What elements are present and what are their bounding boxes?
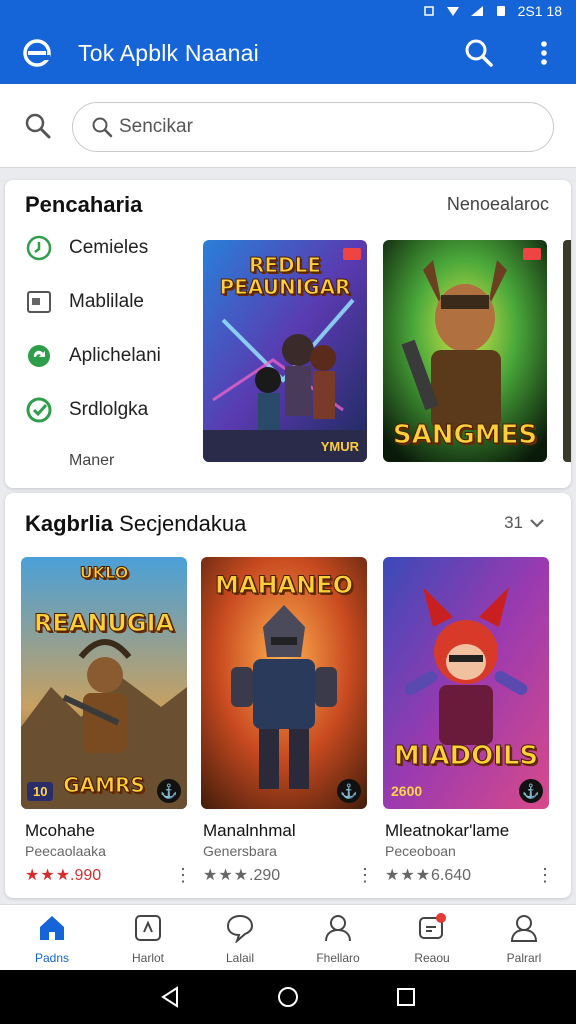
notification-icon xyxy=(419,913,446,939)
banner-caption: REDLE PEAUNIGAR xyxy=(219,253,351,299)
more-vert-icon[interactable]: ⋮ xyxy=(174,865,192,886)
more-vert-icon[interactable] xyxy=(530,36,558,70)
nav-label: Padns xyxy=(34,951,70,965)
game-rating: ★★★6.640 xyxy=(385,867,472,884)
more-vert-icon[interactable]: ⋮ xyxy=(536,865,554,886)
refresh-icon xyxy=(28,345,50,367)
menu-item-label: Aplichelani xyxy=(69,345,161,366)
search-field[interactable] xyxy=(72,102,554,152)
game-cover-2[interactable]: MAHANEO ⚓ xyxy=(201,557,367,809)
search-icon xyxy=(92,117,113,138)
nav-item-notifications[interactable]: Reaou xyxy=(392,913,472,969)
game-category: Peceoboan xyxy=(385,843,456,859)
ad-badge-icon xyxy=(523,248,541,260)
account-icon xyxy=(510,915,538,942)
game-cover-3[interactable]: MIADOILS 2600 ⚓ xyxy=(383,557,549,809)
nav-label: Harlot xyxy=(131,951,164,965)
status-bar: 2S1 18 xyxy=(0,0,576,22)
menu-item-label: Cemieles xyxy=(69,237,149,258)
status-time: 2S1 18 xyxy=(517,3,562,19)
game-category: Genersbara xyxy=(203,843,277,859)
game-rating: ★★★.290 xyxy=(203,867,281,884)
nav-item-home[interactable]: Padns xyxy=(12,913,92,969)
nav-label: Reaou xyxy=(414,951,450,965)
featured-section: Pencaharia Nenoealaroc Cemieles Mablilal… xyxy=(5,180,571,488)
install-icon[interactable]: ⚓ xyxy=(337,779,361,803)
install-icon[interactable]: ⚓ xyxy=(157,779,181,803)
menu-item-cemieles[interactable]: Cemieles xyxy=(25,232,148,264)
cover-title: MIADOILS xyxy=(393,741,539,772)
app-title: Tok Apblk Naanai xyxy=(78,40,259,66)
search-bar xyxy=(0,84,576,168)
cover-badge: 2600 xyxy=(391,783,423,799)
game-name[interactable]: Mcohahe xyxy=(25,821,95,841)
e-logo-icon[interactable] xyxy=(22,38,52,68)
search-icon[interactable] xyxy=(462,36,496,70)
bottom-navigation: Padns Harlot Lalail Fhellaro Reaou Palra… xyxy=(0,904,576,970)
banner-game-1[interactable]: REDLE PEAUNIGAR YMUR xyxy=(203,240,367,462)
game-name[interactable]: Manalnhmal xyxy=(203,821,296,841)
nav-label: Lalail xyxy=(225,951,255,965)
folder-icon xyxy=(27,291,51,313)
signal-icon xyxy=(470,6,483,16)
menu-item-mablilale[interactable]: Mablilale xyxy=(25,286,144,318)
menu-item-label: Mablilale xyxy=(69,291,144,312)
person-icon xyxy=(325,915,351,942)
chat-icon xyxy=(226,914,254,943)
recents-icon[interactable] xyxy=(394,985,418,1009)
battery-icon xyxy=(496,6,505,16)
cover-title: REANUGIA xyxy=(33,609,175,638)
banner-game-2[interactable]: SANGMES xyxy=(383,240,547,462)
chevron-down-icon xyxy=(530,519,544,528)
game-cover-1[interactable]: UKLO REANUGIA GAMRS 10 ⚓ xyxy=(21,557,187,809)
section-title: Kagbrlia Secjendakua xyxy=(25,511,247,536)
menu-item-srdlolgka[interactable]: Srdlolgka xyxy=(25,394,148,426)
system-navigation xyxy=(0,970,576,1024)
menu-item-label: Srdlolgka xyxy=(69,399,149,420)
menu-more-link[interactable]: Maner xyxy=(69,452,114,470)
clock-icon xyxy=(26,235,52,261)
check-circle-icon xyxy=(26,397,52,423)
nav-item-apps[interactable]: Harlot xyxy=(108,913,188,969)
cover-top-text: UKLO xyxy=(79,563,129,583)
back-icon[interactable] xyxy=(158,985,182,1009)
section-title: Pencaharia xyxy=(25,192,143,217)
game-art-image xyxy=(383,557,549,809)
nav-item-account[interactable]: Palrarl xyxy=(484,913,564,969)
banner-caption: SANGMES xyxy=(392,420,538,451)
search-input[interactable] xyxy=(119,111,519,143)
install-icon[interactable]: ⚓ xyxy=(519,779,543,803)
nav-label: Fhellaro xyxy=(316,951,360,965)
game-art-image xyxy=(21,557,187,809)
home-icon xyxy=(40,916,64,940)
home-button-icon[interactable] xyxy=(276,985,300,1009)
search-icon[interactable] xyxy=(24,112,52,140)
wifi-icon xyxy=(446,7,459,16)
nav-item-chat[interactable]: Lalail xyxy=(200,913,280,969)
cover-badge: 10 xyxy=(27,782,54,801)
nav-label: Palrarl xyxy=(506,951,542,965)
banner-peek xyxy=(563,240,571,462)
menu-item-aplichelani[interactable]: Aplichelani xyxy=(25,340,161,372)
nav-item-people[interactable]: Fhellaro xyxy=(298,913,378,969)
game-name[interactable]: Mleatnokar'lame xyxy=(385,821,509,841)
app-bar: Tok Apblk Naanai xyxy=(0,22,576,84)
more-vert-icon[interactable]: ⋮ xyxy=(356,865,374,886)
banner-tag: YMUR xyxy=(320,439,359,454)
cover-title: MAHANEO xyxy=(215,571,354,600)
apps-icon xyxy=(135,915,161,941)
game-rating: ★★★.990 xyxy=(25,867,102,884)
game-category: Peecaolaaka xyxy=(25,843,106,859)
section-more[interactable]: 31 xyxy=(504,513,545,533)
vibrate-icon xyxy=(423,6,434,16)
recommended-section: Kagbrlia Secjendakua 31 UKLO REANUGIA GA… xyxy=(5,493,571,898)
section-link[interactable]: Nenoealaroc xyxy=(447,194,549,215)
cover-bottom-text: GAMRS xyxy=(63,773,146,798)
